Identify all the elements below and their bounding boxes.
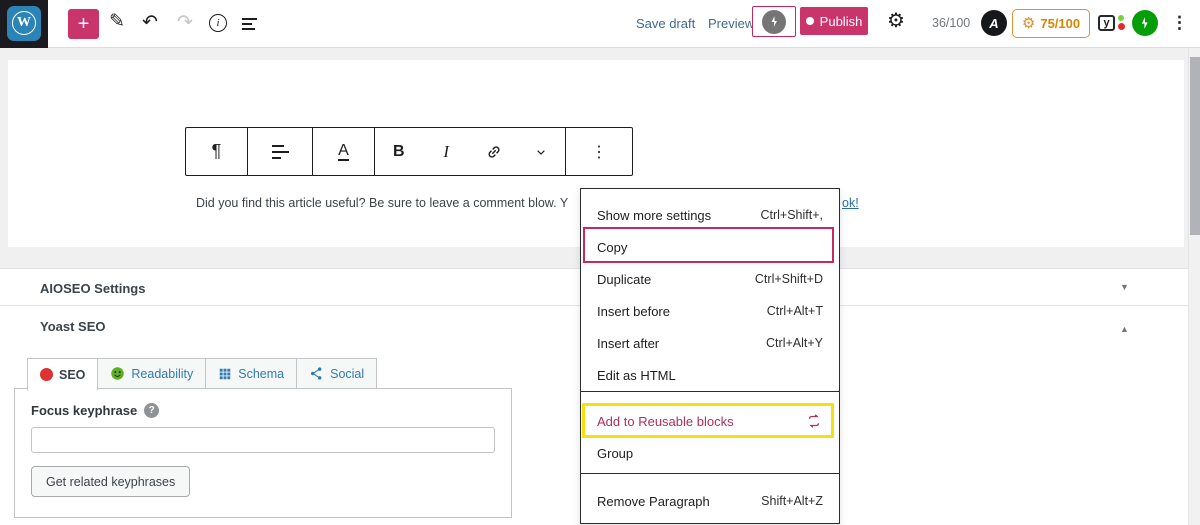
menu-item-shortcut: Ctrl+Shift+D xyxy=(755,272,823,286)
seo-score-badge[interactable]: ⚙ 75/100 xyxy=(1012,9,1090,38)
yoast-panel-title: Yoast SEO xyxy=(40,319,106,334)
chevron-down-icon[interactable] xyxy=(526,135,556,169)
yoast-seo-tab-content: Focus keyphrase ? Get related keyphrases xyxy=(14,388,512,518)
details-info-icon[interactable]: i xyxy=(209,14,227,32)
undo-icon[interactable]: ↶ xyxy=(142,13,158,32)
tab-schema[interactable]: Schema xyxy=(205,358,297,389)
aioseo-panel-title: AIOSEO Settings xyxy=(40,281,145,296)
menu-item-label: Edit as HTML xyxy=(597,368,676,383)
align-icon[interactable] xyxy=(265,135,295,169)
menu-item-label: Insert after xyxy=(597,336,659,351)
save-draft-button[interactable]: Save draft xyxy=(636,16,695,31)
reusable-block-icon xyxy=(805,412,823,430)
menu-item-group[interactable]: Group xyxy=(581,437,839,469)
menu-item-label: Duplicate xyxy=(597,272,651,287)
focus-keyphrase-input[interactable] xyxy=(31,427,495,453)
add-block-button[interactable]: + xyxy=(68,9,99,39)
block-options-menu: Show more settings Ctrl+Shift+, Copy Dup… xyxy=(580,188,840,524)
list-view-icon[interactable] xyxy=(242,18,257,33)
menu-item-label: Show more settings xyxy=(597,208,711,223)
align-lines xyxy=(272,145,289,159)
scrollbar-thumb[interactable] xyxy=(1190,57,1200,235)
get-related-keyphrases-button[interactable]: Get related keyphrases xyxy=(31,466,190,497)
jetpack-logo-icon[interactable] xyxy=(1132,10,1158,36)
menu-item-copy[interactable]: Copy xyxy=(581,231,839,263)
menu-item-shortcut: Ctrl+Alt+T xyxy=(767,304,823,318)
wordpress-logo-background: W xyxy=(7,6,41,41)
caret-up-icon[interactable]: ▲ xyxy=(1120,324,1129,334)
menu-item-label: Copy xyxy=(597,240,627,255)
menu-separator xyxy=(581,391,839,392)
yoast-tabs: SEO Readability Schema Social xyxy=(28,358,377,391)
publish-button[interactable]: Publish xyxy=(800,7,868,35)
jetpack-boost-button[interactable] xyxy=(752,6,796,37)
settings-gear-icon[interactable]: ⚙ xyxy=(887,11,905,31)
tab-readability-label: Readability xyxy=(131,367,193,381)
options-kebab-icon[interactable]: ⋮ xyxy=(1171,13,1188,33)
menu-item-shortcut: Shift+Alt+Z xyxy=(761,494,823,508)
tab-schema-label: Schema xyxy=(238,367,284,381)
menu-item-label: Insert before xyxy=(597,304,670,319)
bold-button[interactable]: B xyxy=(384,135,414,169)
focus-keyphrase-text: Focus keyphrase xyxy=(31,403,137,418)
seo-status-dot-icon xyxy=(40,368,53,381)
publish-label: Publish xyxy=(820,14,863,29)
redo-icon[interactable]: ↷ xyxy=(177,13,193,32)
menu-item-label: Remove Paragraph xyxy=(597,494,710,509)
letter-a-glyph: A xyxy=(338,142,349,162)
publish-dot-icon xyxy=(806,17,814,25)
tab-readability[interactable]: Readability xyxy=(97,358,206,389)
menu-item-remove-paragraph[interactable]: Remove Paragraph Shift+Alt+Z xyxy=(581,485,839,517)
tab-seo[interactable]: SEO xyxy=(27,358,98,391)
menu-item-add-to-reusable-blocks[interactable]: Add to Reusable blocks xyxy=(581,405,839,437)
tab-social-label: Social xyxy=(330,367,364,381)
help-question-icon[interactable]: ? xyxy=(144,403,159,418)
boost-bolt-icon xyxy=(762,10,786,34)
menu-item-shortcut: Ctrl+Shift+, xyxy=(760,208,823,222)
yoast-y-glyph: y xyxy=(1098,15,1115,31)
wordpress-logo[interactable]: W xyxy=(0,0,48,48)
menu-item-show-more-settings[interactable]: Show more settings Ctrl+Shift+, xyxy=(581,199,839,231)
aioseo-logo-icon[interactable]: A xyxy=(981,10,1007,36)
aioseo-score-text: 36/100 xyxy=(932,16,970,30)
yoast-green-dot xyxy=(1118,15,1124,21)
menu-item-shortcut: Ctrl+Alt+Y xyxy=(766,336,823,350)
menu-item-insert-before[interactable]: Insert before Ctrl+Alt+T xyxy=(581,295,839,327)
link-icon[interactable] xyxy=(479,135,509,169)
block-toolbar: ¶ A B I ⋮ xyxy=(185,127,633,176)
scrollbar-track xyxy=(1188,48,1200,525)
menu-item-edit-as-html[interactable]: Edit as HTML xyxy=(581,359,839,391)
paragraph-link[interactable]: ok! xyxy=(842,196,859,210)
tab-social[interactable]: Social xyxy=(296,358,377,389)
yoast-seo-icon[interactable]: y xyxy=(1098,13,1115,31)
menu-item-label: Group xyxy=(597,446,633,461)
paragraph-block-icon[interactable]: ¶ xyxy=(202,135,232,169)
paragraph-text[interactable]: Did you find this article useful? Be sur… xyxy=(196,196,568,210)
preview-button[interactable]: Preview xyxy=(708,16,754,31)
yoast-red-dot xyxy=(1118,23,1125,30)
grid-icon xyxy=(218,367,232,381)
share-icon xyxy=(309,366,324,381)
tab-seo-label: SEO xyxy=(59,368,85,382)
plus-icon: + xyxy=(78,13,90,36)
menu-separator xyxy=(581,473,839,474)
badge-gear-icon: ⚙ xyxy=(1022,16,1035,31)
italic-button[interactable]: I xyxy=(431,135,461,169)
edit-mode-pencil-icon[interactable]: ✎ xyxy=(109,12,125,31)
focus-keyphrase-label: Focus keyphrase ? xyxy=(31,403,159,418)
menu-item-duplicate[interactable]: Duplicate Ctrl+Shift+D xyxy=(581,263,839,295)
menu-item-label: Add to Reusable blocks xyxy=(597,414,734,429)
menu-item-insert-after[interactable]: Insert after Ctrl+Alt+Y xyxy=(581,327,839,359)
wordpress-w-icon: W xyxy=(12,11,36,35)
caret-down-icon[interactable]: ▼ xyxy=(1120,282,1129,292)
smiley-icon xyxy=(110,366,125,381)
editor-top-bar: W + ✎ ↶ ↷ i Save draft Preview Publish ⚙… xyxy=(0,0,1200,48)
text-color-icon[interactable]: A xyxy=(329,135,359,169)
seo-score-value: 75/100 xyxy=(1040,16,1080,31)
block-options-kebab-icon[interactable]: ⋮ xyxy=(584,135,614,169)
